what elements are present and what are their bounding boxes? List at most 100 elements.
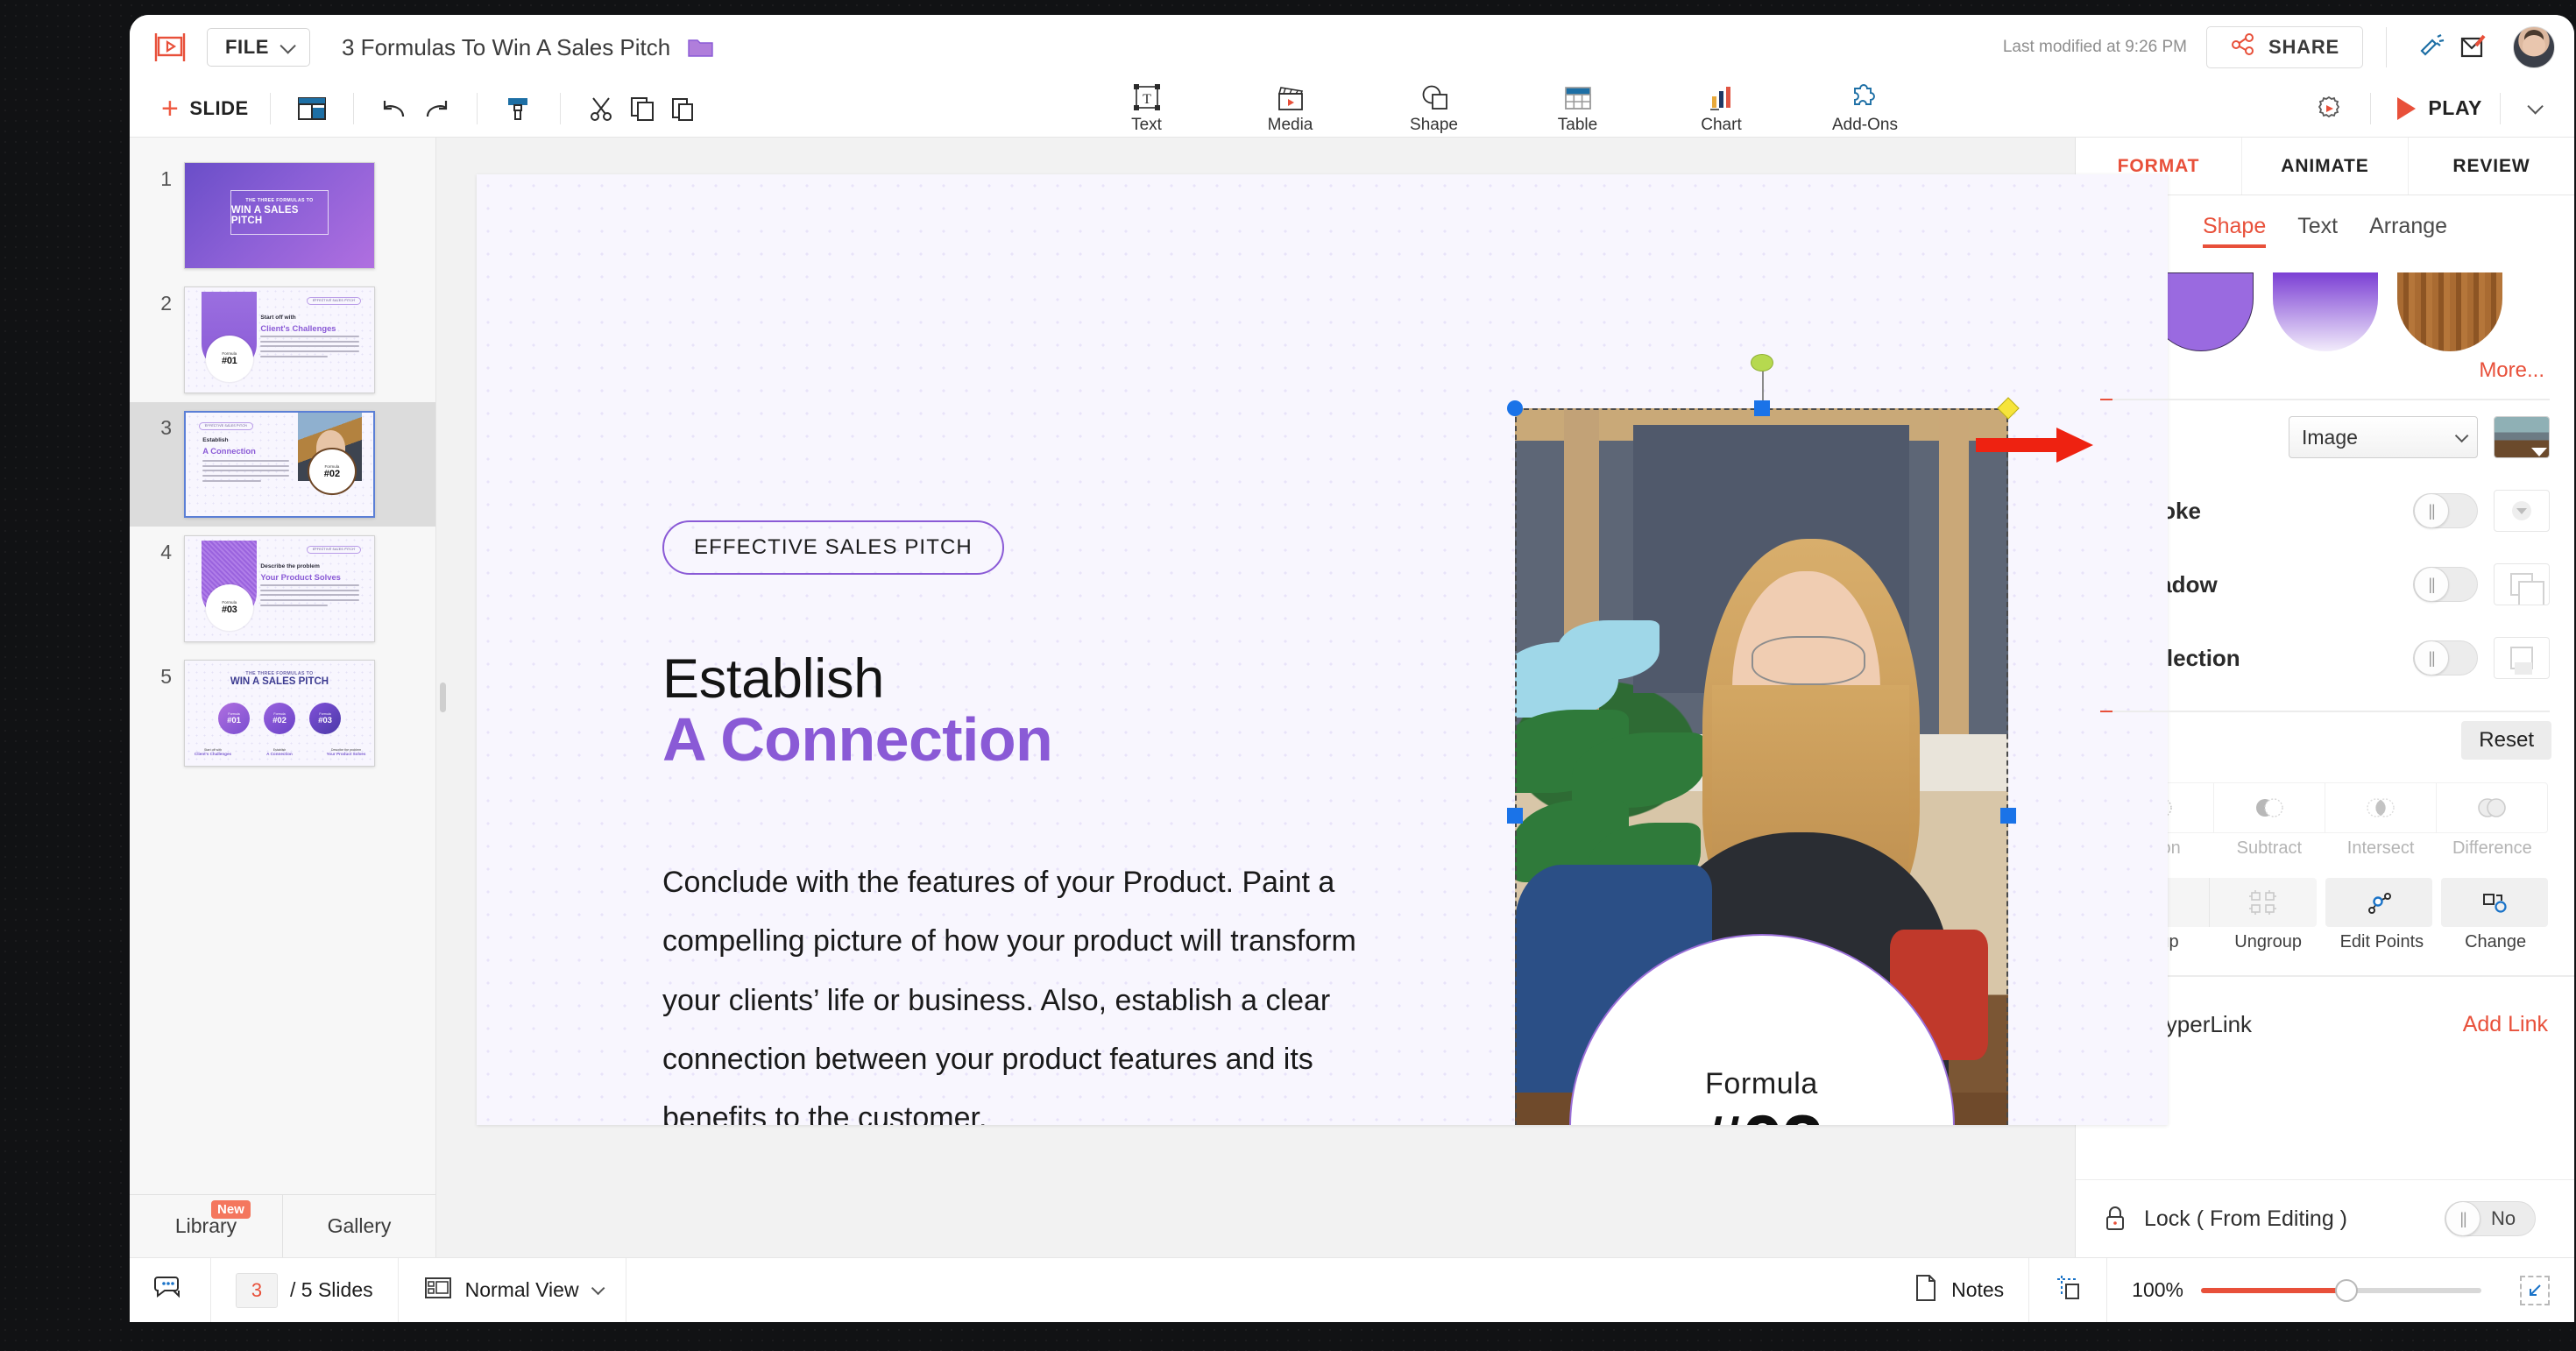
slide-thumbnail-3[interactable]: 3 Formula #02 EFFECTIVE SALES PITCH Esta… — [130, 402, 435, 527]
copy-icon[interactable] — [622, 88, 662, 129]
slide-thumbnail-list[interactable]: 1 THE THREE FORMULAS TO WIN A SALES PITC… — [130, 138, 435, 1194]
reflection-label: Reflection — [2130, 644, 2240, 671]
edit-points-icon — [2367, 893, 2391, 914]
slide-body-text[interactable]: Conclude with the features of your Produ… — [662, 853, 1416, 1125]
fill-image-swatch-button[interactable] — [2494, 416, 2550, 458]
shape-preset-gradient[interactable] — [2272, 272, 2378, 351]
formula-number: #01 — [222, 356, 237, 367]
paint-format-icon[interactable] — [499, 88, 539, 129]
notes-cell[interactable]: Notes — [1888, 1258, 2030, 1322]
subtract-button[interactable] — [2214, 783, 2325, 832]
thumb-title: WIN A SALES PITCH — [230, 205, 299, 227]
page-indicator-cell: 3 / 5 Slides — [211, 1258, 399, 1322]
zoom-slider-fill — [2201, 1287, 2347, 1293]
slide-thumbnail-4[interactable]: 4 Formula #03 EFFECTIVE SALES PITCH Desc… — [130, 527, 435, 651]
formula-number: #02 — [1702, 1100, 1823, 1125]
reflection-toggle[interactable]: || — [2413, 640, 2478, 676]
play-label: PLAY — [2428, 96, 2482, 119]
slide-canvas[interactable]: EFFECTIVE SALES PITCH Establish A Connec… — [477, 174, 2168, 1125]
zoom-slider-knob[interactable] — [2335, 1278, 2359, 1302]
insert-addons-button[interactable]: Add-Ons — [1823, 81, 1907, 135]
view-mode-cell[interactable]: Normal View — [399, 1258, 626, 1322]
fill-type-select[interactable]: Image — [2289, 416, 2478, 458]
shape-preset-texture[interactable] — [2396, 272, 2502, 351]
gear-play-icon[interactable] — [2309, 88, 2349, 129]
slide-number: 2 — [160, 292, 172, 315]
document-title[interactable]: 3 Formulas To Win A Sales Pitch — [342, 34, 670, 61]
sidebar-tab-gallery[interactable]: Gallery — [282, 1195, 435, 1257]
stroke-toggle[interactable]: || — [2413, 493, 2478, 528]
insert-text-label: Text — [1131, 116, 1162, 134]
undo-icon[interactable] — [375, 88, 415, 129]
subtab-arrange[interactable]: Arrange — [2369, 214, 2447, 248]
more-presets-link[interactable]: More... — [2479, 358, 2544, 382]
folder-icon[interactable] — [688, 36, 714, 59]
ungroup-button[interactable] — [2210, 878, 2317, 927]
slide-thumbnail-2[interactable]: 2 Formula #01 EFFECTIVE SALES PITCH Star… — [130, 278, 435, 402]
formula-badge: Formula #01 — [205, 336, 253, 382]
share-button[interactable]: SHARE — [2205, 26, 2363, 68]
resize-handle-middle-right[interactable] — [2000, 808, 2016, 824]
change-shape-button[interactable] — [2440, 878, 2548, 927]
slide-heading-line2[interactable]: A Connection — [662, 704, 1053, 775]
divider — [2370, 92, 2372, 124]
slide-layout-icon[interactable] — [292, 88, 332, 129]
tab-animate[interactable]: ANIMATE — [2242, 138, 2409, 195]
avatar[interactable] — [2513, 26, 2555, 68]
reset-button[interactable]: Reset — [2461, 721, 2551, 760]
sidebar-tab-library[interactable]: Library New — [130, 1195, 282, 1257]
add-slide-button[interactable]: + SLIDE — [161, 94, 249, 124]
edit-points-button[interactable] — [2325, 878, 2432, 927]
redo-icon[interactable] — [415, 88, 456, 129]
boolean-operation-labels: Union Subtract Intersect Difference — [2102, 838, 2548, 859]
shadow-toggle[interactable]: || — [2413, 567, 2478, 602]
tab-review[interactable]: REVIEW — [2409, 138, 2574, 195]
scissors-icon[interactable] — [582, 88, 622, 129]
zoom-cell: 100% — [2107, 1258, 2574, 1322]
file-menu-label: FILE — [224, 36, 270, 58]
rotation-handle[interactable] — [1750, 354, 1773, 371]
change-shape-icon — [2482, 894, 2507, 913]
subtab-shape[interactable]: Shape — [2202, 214, 2267, 248]
slide-heading-line1[interactable]: Establish — [662, 647, 884, 711]
slide-thumbnail-1[interactable]: 1 THE THREE FORMULAS TO WIN A SALES PITC… — [130, 153, 435, 278]
play-button[interactable]: PLAY — [2392, 96, 2488, 120]
fit-to-screen-icon[interactable] — [2520, 1275, 2550, 1305]
insert-table-button[interactable]: Table — [1536, 81, 1620, 135]
resize-handle-top-left[interactable] — [1507, 400, 1523, 416]
current-page-input[interactable]: 3 — [236, 1272, 278, 1308]
guides-cell[interactable] — [2029, 1258, 2108, 1322]
reflection-options-button[interactable] — [2494, 637, 2550, 679]
group-operations-group — [2102, 878, 2548, 927]
pencil-note-icon[interactable] — [2452, 26, 2494, 68]
formula-number: #01 — [227, 715, 241, 725]
slide-kicker-pill[interactable]: EFFECTIVE SALES PITCH — [662, 520, 1004, 575]
play-options-dropdown[interactable] — [2513, 88, 2553, 129]
comments-cell[interactable] — [130, 1258, 211, 1322]
file-menu-button[interactable]: FILE — [207, 28, 310, 67]
selected-image-shape[interactable]: Formula #02 — [1507, 354, 2020, 1125]
stroke-color-button[interactable] — [2494, 490, 2550, 532]
presentation-play-logo[interactable] — [152, 30, 188, 65]
difference-button[interactable] — [2437, 783, 2547, 832]
resize-handle-top-center[interactable] — [1753, 400, 1770, 416]
zoom-slider[interactable] — [2201, 1278, 2481, 1302]
divider — [269, 92, 271, 124]
thumb-kicker: Establish — [202, 437, 229, 444]
shadow-label: Shadow — [2130, 570, 2218, 598]
intersect-button[interactable] — [2325, 783, 2437, 832]
slide-thumbnail-5[interactable]: 5 THE THREE FORMULAS TO WIN A SALES PITC… — [130, 651, 435, 775]
sidebar-resize-handle[interactable] — [440, 683, 446, 712]
megaphone-icon[interactable] — [2410, 26, 2452, 68]
paste-icon[interactable] — [662, 88, 703, 129]
insert-text-button[interactable]: T Text — [1105, 81, 1189, 135]
resize-handle-middle-left[interactable] — [1507, 808, 1523, 824]
insert-media-button[interactable]: Media — [1249, 81, 1333, 135]
add-link-button[interactable]: Add Link — [2463, 1012, 2548, 1037]
subtab-text[interactable]: Text — [2297, 214, 2338, 248]
slide-canvas-area[interactable]: EFFECTIVE SALES PITCH Establish A Connec… — [436, 138, 2168, 1257]
insert-chart-button[interactable]: Chart — [1680, 81, 1764, 135]
shadow-options-button[interactable] — [2494, 563, 2550, 605]
lock-toggle[interactable]: || No — [2445, 1201, 2536, 1236]
insert-shape-button[interactable]: Shape — [1392, 81, 1476, 135]
